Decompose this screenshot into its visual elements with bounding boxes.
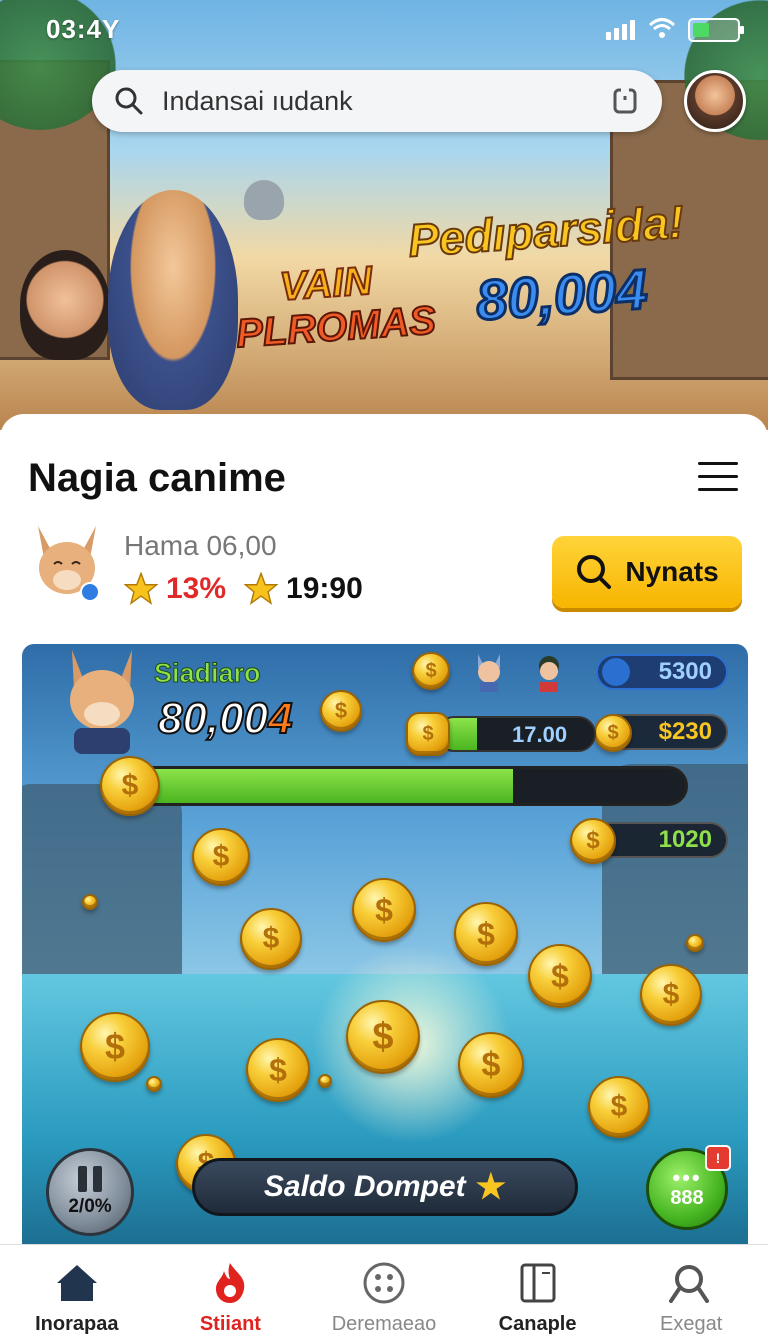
home-icon bbox=[56, 1265, 97, 1301]
search-button-label: Nynats bbox=[625, 556, 719, 587]
player-name: Hama 06,00 bbox=[124, 530, 277, 561]
level-progress-value: 17.00 bbox=[512, 722, 568, 747]
pause-icon bbox=[78, 1166, 102, 1192]
game-amount: 80,004 bbox=[157, 693, 294, 744]
promo-amount: 80,004 bbox=[473, 256, 651, 334]
level-progress-bar: 17.00 bbox=[436, 716, 596, 752]
menu-button[interactable] bbox=[698, 462, 740, 494]
coin[interactable]: $ bbox=[640, 964, 702, 1026]
coin-icon[interactable]: $ bbox=[412, 652, 450, 690]
game-logo: VAIN PLROMAS bbox=[234, 258, 439, 357]
saldo-dompet-label: Saldo Dompet bbox=[263, 1170, 466, 1203]
character-icon bbox=[478, 654, 500, 692]
stat-percent: 13% bbox=[166, 572, 227, 605]
search-icon bbox=[669, 1265, 710, 1303]
pause-percent: 2/0% bbox=[68, 1196, 112, 1217]
gem-balance[interactable]: 5300 bbox=[596, 654, 728, 690]
coin-icon: $ bbox=[320, 690, 362, 732]
coin[interactable]: $ bbox=[246, 1038, 310, 1102]
status-bar: 03:4Y bbox=[0, 0, 768, 60]
character-fox bbox=[108, 190, 238, 410]
hamburger-icon bbox=[698, 462, 738, 465]
search-bar[interactable]: Indansai ıudank bbox=[92, 70, 662, 132]
main-progress-fill bbox=[129, 769, 513, 803]
coin[interactable]: $ bbox=[240, 908, 302, 970]
coin-icon: $ bbox=[594, 714, 632, 752]
star-icon bbox=[244, 572, 279, 605]
anchor-icon bbox=[602, 658, 630, 686]
search-icon bbox=[577, 555, 612, 589]
stat-value: 19:90 bbox=[286, 572, 363, 605]
search-input[interactable]: Indansai ıudank bbox=[162, 86, 610, 117]
coin[interactable]: $ bbox=[454, 902, 518, 966]
saldo-dompet-button[interactable]: Saldo Dompet ★ bbox=[192, 1158, 578, 1216]
coin[interactable]: $ bbox=[80, 1012, 150, 1082]
coin[interactable]: $ bbox=[346, 1000, 420, 1074]
coin-icon: $ bbox=[570, 818, 616, 864]
coin[interactable]: $ bbox=[192, 828, 250, 886]
nav-item-canaple[interactable]: Canaple bbox=[461, 1245, 615, 1344]
character-icon bbox=[539, 656, 559, 692]
nav-label: Deremaeao bbox=[331, 1313, 437, 1335]
nav-item-stiiant[interactable]: Stiiant bbox=[154, 1245, 308, 1344]
game-panel[interactable]: Siadiaro 80,004 $ $ 5300 $230 $ 17.00 $ … bbox=[22, 644, 748, 1244]
player-avatar bbox=[38, 526, 100, 602]
game-label: Siadiaro bbox=[154, 658, 262, 689]
player-stats: 13% 19:90 bbox=[124, 572, 363, 606]
coin-small bbox=[146, 1076, 162, 1092]
book-icon bbox=[520, 1263, 556, 1303]
coin-small bbox=[318, 1074, 332, 1088]
profile-avatar[interactable] bbox=[684, 70, 746, 132]
coin-icon: $ bbox=[100, 756, 160, 816]
flame-icon bbox=[216, 1263, 245, 1303]
nav-label: Canaple bbox=[498, 1313, 577, 1335]
badge-icon: $ bbox=[406, 712, 450, 756]
signal-icon bbox=[606, 18, 635, 40]
star-icon: ★ bbox=[475, 1168, 507, 1206]
character-girl bbox=[20, 250, 110, 360]
notification-badge-icon: ! bbox=[705, 1145, 731, 1171]
coin-small bbox=[82, 894, 98, 910]
wifi-icon bbox=[648, 18, 676, 38]
status-time: 03:4Y bbox=[46, 14, 121, 44]
scan-icon[interactable] bbox=[610, 86, 640, 116]
coin-small bbox=[686, 934, 704, 952]
nav-label: Exegat bbox=[660, 1313, 723, 1335]
search-icon bbox=[115, 87, 143, 115]
nav-item-exegat[interactable]: Exegat bbox=[614, 1245, 768, 1344]
nav-item-deremaeao[interactable]: Deremaeao bbox=[307, 1245, 461, 1344]
search-button[interactable]: Nynats bbox=[552, 536, 742, 608]
page-title: Nagia canime bbox=[28, 456, 286, 500]
bottom-nav: Inorapaa Stiiant Deremaeao Canaple Exega… bbox=[0, 1244, 768, 1344]
battery-icon bbox=[688, 18, 744, 42]
dots-icon: ••• bbox=[672, 1164, 702, 1190]
coin[interactable]: $ bbox=[588, 1076, 650, 1138]
chat-count: 888 bbox=[670, 1186, 704, 1209]
coin[interactable]: $ bbox=[528, 944, 592, 1008]
coin[interactable]: $ bbox=[352, 878, 416, 942]
hero-banner: 03:4Y Indansai ıudank VAIN PLROMAS Pedıp… bbox=[0, 0, 768, 430]
chat-button[interactable]: ••• 888 ! bbox=[646, 1145, 731, 1230]
main-progress-bar bbox=[126, 766, 688, 806]
star-icon bbox=[124, 572, 158, 605]
nav-item-home[interactable]: Inorapaa bbox=[0, 1245, 154, 1344]
character-cat bbox=[244, 180, 284, 220]
character-fox bbox=[70, 650, 134, 754]
grid-icon bbox=[363, 1262, 405, 1304]
pause-button[interactable]: 2/0% bbox=[46, 1148, 134, 1236]
coin[interactable]: $ bbox=[458, 1032, 524, 1098]
nav-label: Inorapaa bbox=[35, 1313, 119, 1335]
nav-label: Stiiant bbox=[199, 1313, 261, 1335]
